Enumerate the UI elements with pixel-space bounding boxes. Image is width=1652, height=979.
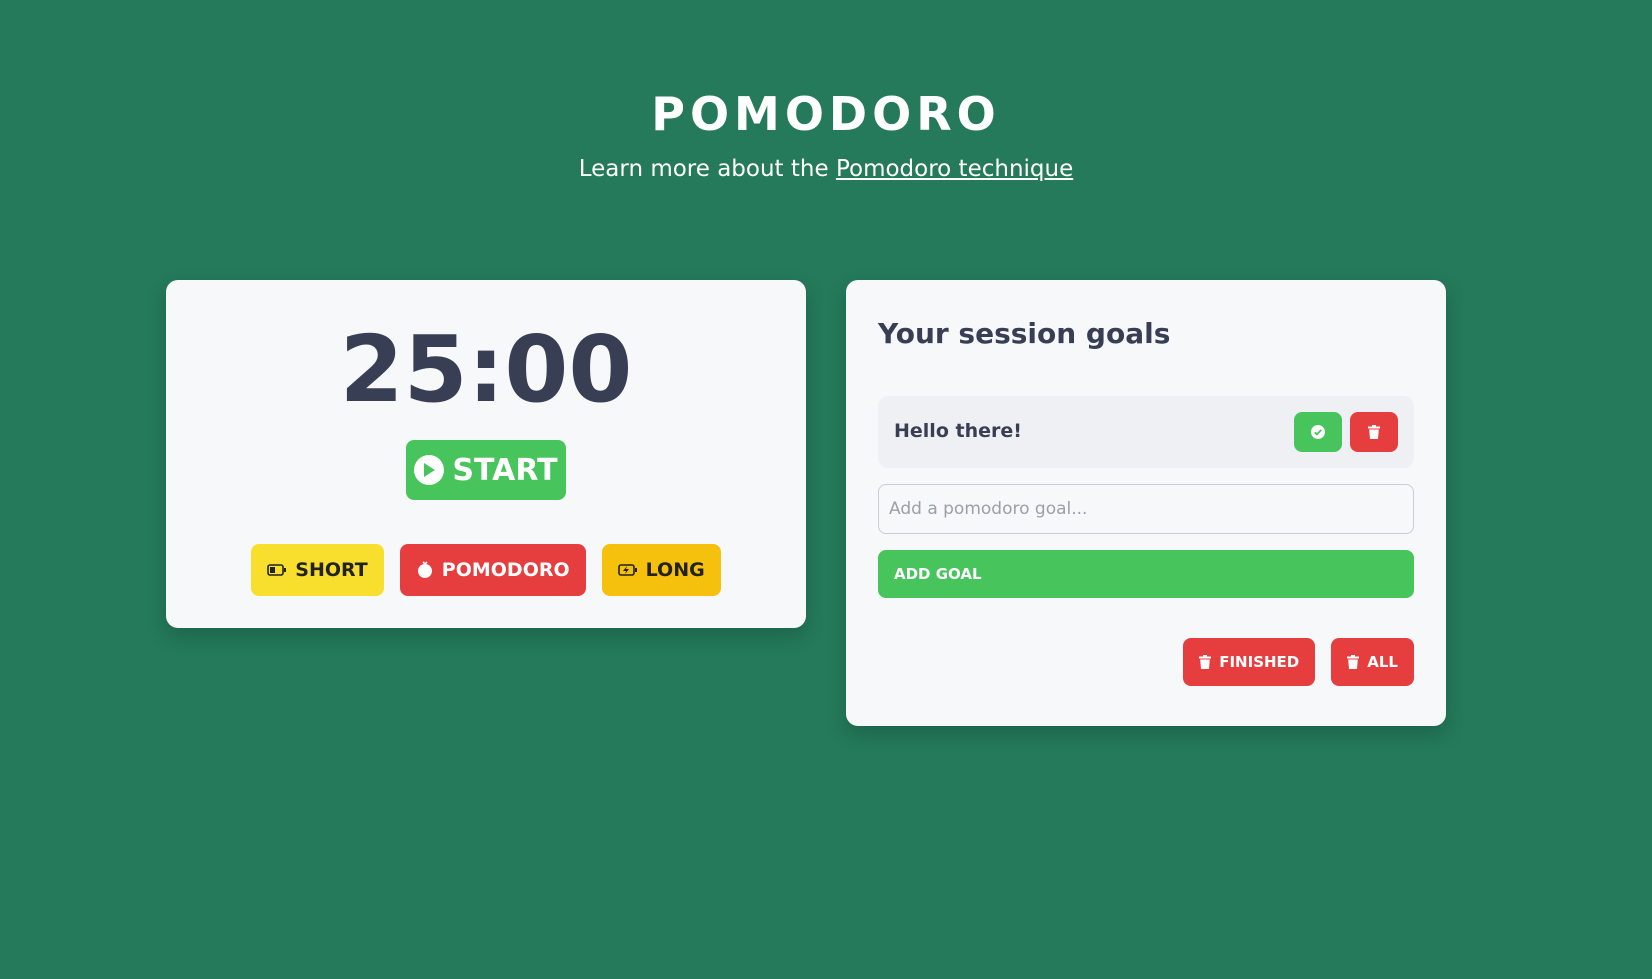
trash-icon	[1368, 425, 1380, 439]
start-button[interactable]: START	[406, 440, 566, 500]
goal-text: Hello there!	[894, 420, 1022, 442]
mode-selector: SHORT POMODORO LONG	[166, 544, 806, 596]
clear-finished-label: FINISHED	[1219, 653, 1300, 671]
short-break-button[interactable]: SHORT	[251, 544, 384, 596]
add-goal-button[interactable]: ADD GOAL	[878, 550, 1414, 598]
clear-finished-button[interactable]: FINISHED	[1183, 638, 1316, 686]
delete-goal-button[interactable]	[1350, 412, 1398, 452]
goal-item: Hello there!	[878, 396, 1414, 468]
clear-actions: FINISHED ALL	[1183, 638, 1414, 686]
timer-card: 25:00 START SHORT POMODORO LONG	[166, 280, 806, 628]
subtitle: Learn more about the Pomodoro technique	[0, 154, 1652, 184]
clear-all-button[interactable]: ALL	[1331, 638, 1414, 686]
pomodoro-mode-button[interactable]: POMODORO	[399, 544, 586, 596]
long-break-button[interactable]: LONG	[601, 544, 721, 596]
timer-display: 25:00	[339, 316, 633, 423]
pomodoro-mode-label: POMODORO	[441, 559, 570, 581]
goals-title: Your session goals	[878, 317, 1171, 350]
goals-card: Your session goals Hello there! ADD GOAL	[846, 280, 1446, 726]
tomato-icon	[416, 561, 434, 579]
long-break-label: LONG	[645, 559, 705, 581]
trash-icon	[1199, 655, 1212, 669]
start-label: START	[452, 452, 558, 488]
play-circle-icon	[414, 455, 445, 485]
battery-charging-icon	[617, 563, 638, 577]
goal-input[interactable]	[878, 484, 1414, 534]
clear-all-label: ALL	[1367, 653, 1398, 671]
subtitle-text: Learn more about the	[578, 156, 829, 182]
trash-icon	[1347, 655, 1360, 669]
header: POMODORO Learn more about the Pomodoro t…	[0, 84, 1652, 184]
check-circle-icon	[1311, 425, 1325, 439]
app-title: POMODORO	[651, 87, 1001, 141]
short-break-label: SHORT	[295, 559, 368, 581]
mark-done-button[interactable]	[1294, 412, 1342, 452]
pomodoro-technique-link[interactable]: Pomodoro technique	[836, 156, 1073, 182]
battery-icon	[267, 564, 287, 576]
